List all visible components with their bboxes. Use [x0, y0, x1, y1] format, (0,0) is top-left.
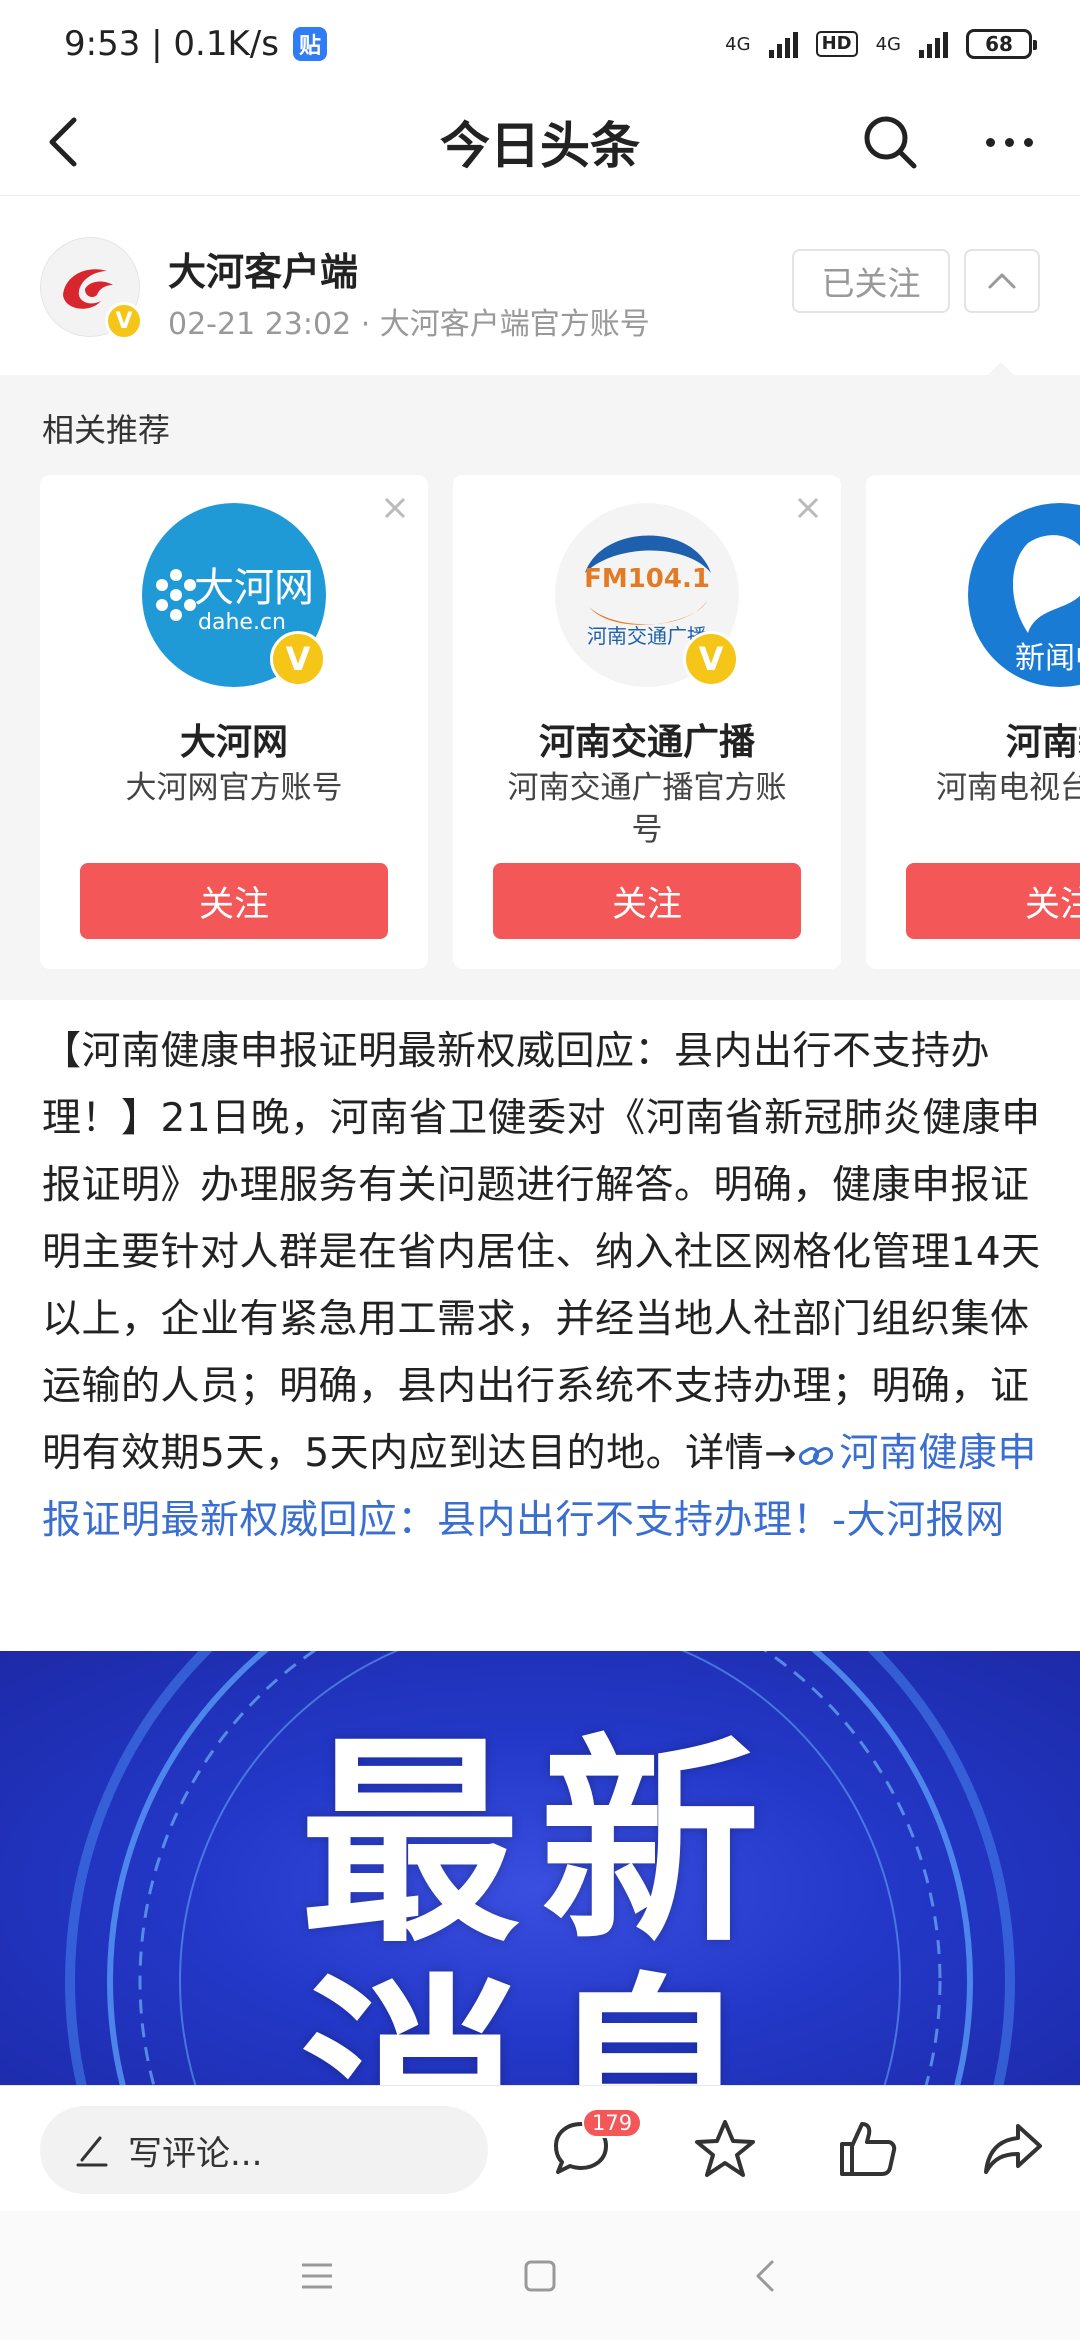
henan-tv-logo: 新闻中	[968, 503, 1080, 687]
back-icon	[49, 117, 77, 167]
article-text: 【河南健康申报证明最新权威回应：县内出行不支持办理！】21日晚，河南省卫健委对《…	[42, 1029, 1041, 1476]
banner-headline-2: 消息	[299, 1956, 780, 2085]
banner-headline: 最新	[299, 1716, 780, 1972]
signal-icon	[768, 30, 798, 58]
svg-text:新闻中: 新闻中	[1015, 641, 1080, 676]
comment-count-badge: 179	[582, 2108, 643, 2138]
menu-icon	[302, 2263, 332, 2289]
home-button[interactable]	[515, 2251, 565, 2301]
pencil-icon	[76, 2136, 108, 2167]
verified-badge: V	[105, 302, 143, 340]
author-meta: 02-21 23:02 · 大河客户端官方账号	[168, 307, 650, 342]
author-header: V 大河客户端 02-21 23:02 · 大河客户端官方账号 已关注	[0, 197, 1080, 375]
search-button[interactable]	[860, 112, 920, 172]
battery-level: 68	[985, 32, 1013, 56]
more-icon	[985, 137, 995, 147]
verified-badge: V	[270, 631, 326, 687]
like-icon[interactable]	[834, 2116, 900, 2182]
article-banner-image[interactable]: 最新 消息	[0, 1651, 1080, 2085]
battery-icon: 68	[966, 29, 1037, 59]
account-desc: 大河网官方账号	[125, 770, 343, 806]
svg-text:dahe.cn: dahe.cn	[198, 610, 286, 635]
comment-placeholder: 写评论...	[128, 2133, 263, 2174]
page-title: 今日头条	[440, 116, 640, 175]
recommend-title: 相关推荐	[42, 411, 171, 449]
chevron-up-icon	[988, 273, 1016, 289]
follow-button[interactable]: 关注	[906, 863, 1080, 939]
home-square-icon	[524, 2260, 556, 2292]
bottom-action-bar: 写评论... 179	[0, 2085, 1080, 2211]
network-label-1: 4G	[725, 33, 751, 55]
svg-text:FM104.1: FM104.1	[584, 564, 710, 594]
follow-button[interactable]: 关注	[80, 863, 388, 939]
follow-button[interactable]: 关注	[493, 863, 801, 939]
signal-icon-2	[919, 30, 948, 58]
svg-text:大河网: 大河网	[194, 565, 314, 611]
status-bar: 9:53 | 0.1K/s 贴 4G HD 4G 68	[0, 0, 1080, 88]
account-avatar[interactable]: 新闻中	[968, 503, 1080, 687]
star-icon[interactable]	[692, 2116, 758, 2182]
collapse-recommend-button[interactable]	[964, 249, 1040, 313]
author-name[interactable]: 大河客户端	[168, 241, 358, 296]
status-time: 9:53 | 0.1K/s	[64, 24, 279, 64]
account-name: 大河网	[179, 722, 288, 763]
close-icon[interactable]	[793, 493, 823, 523]
menu-button[interactable]	[292, 2251, 342, 2301]
link-icon	[799, 1446, 834, 1465]
account-desc: 河南交通广播官方账号	[507, 770, 787, 848]
recommend-card[interactable]: FM104.1 河南交通广播 V 河南交通广播 河南交通广播官方账号 关注	[453, 475, 841, 969]
back-triangle-icon	[756, 2260, 774, 2292]
account-avatar[interactable]: 大河网 dahe.cn V	[142, 503, 326, 687]
close-icon[interactable]	[380, 493, 410, 523]
comment-input[interactable]: 写评论...	[40, 2106, 488, 2194]
article-body: 【河南健康申报证明最新权威回应：县内出行不支持办理！】21日晚，河南省卫健委对《…	[42, 1018, 1042, 1554]
account-name: 河南新	[1005, 722, 1080, 763]
related-recommend-section: 相关推荐 大河网 dahe.cn V 大河网 大河网官方账号 关注 FM104.…	[0, 375, 1080, 1000]
tieba-app-icon: 贴	[292, 27, 327, 61]
account-desc: 河南电视台官方账	[936, 770, 1080, 806]
following-button[interactable]: 已关注	[792, 249, 950, 313]
hd-icon: HD	[815, 31, 858, 57]
share-icon[interactable]	[980, 2116, 1046, 2182]
author-avatar[interactable]: V	[40, 237, 143, 340]
more-button[interactable]	[976, 112, 1042, 172]
network-label-2: 4G	[875, 33, 901, 55]
recommend-pointer	[988, 362, 1014, 375]
system-back-button[interactable]	[740, 2251, 790, 2301]
recommend-card[interactable]: 大河网 dahe.cn V 大河网 大河网官方账号 关注	[40, 475, 428, 969]
system-navigation-bar	[0, 2211, 1080, 2340]
verified-badge: V	[683, 631, 739, 687]
account-avatar[interactable]: FM104.1 河南交通广播 V	[555, 503, 739, 687]
back-button[interactable]	[36, 114, 92, 170]
recommend-card[interactable]: 新闻中 河南新 河南电视台官方账 关注	[866, 475, 1080, 969]
top-nav: 今日头条	[0, 88, 1080, 196]
account-name: 河南交通广播	[538, 722, 755, 763]
search-icon	[864, 116, 917, 169]
